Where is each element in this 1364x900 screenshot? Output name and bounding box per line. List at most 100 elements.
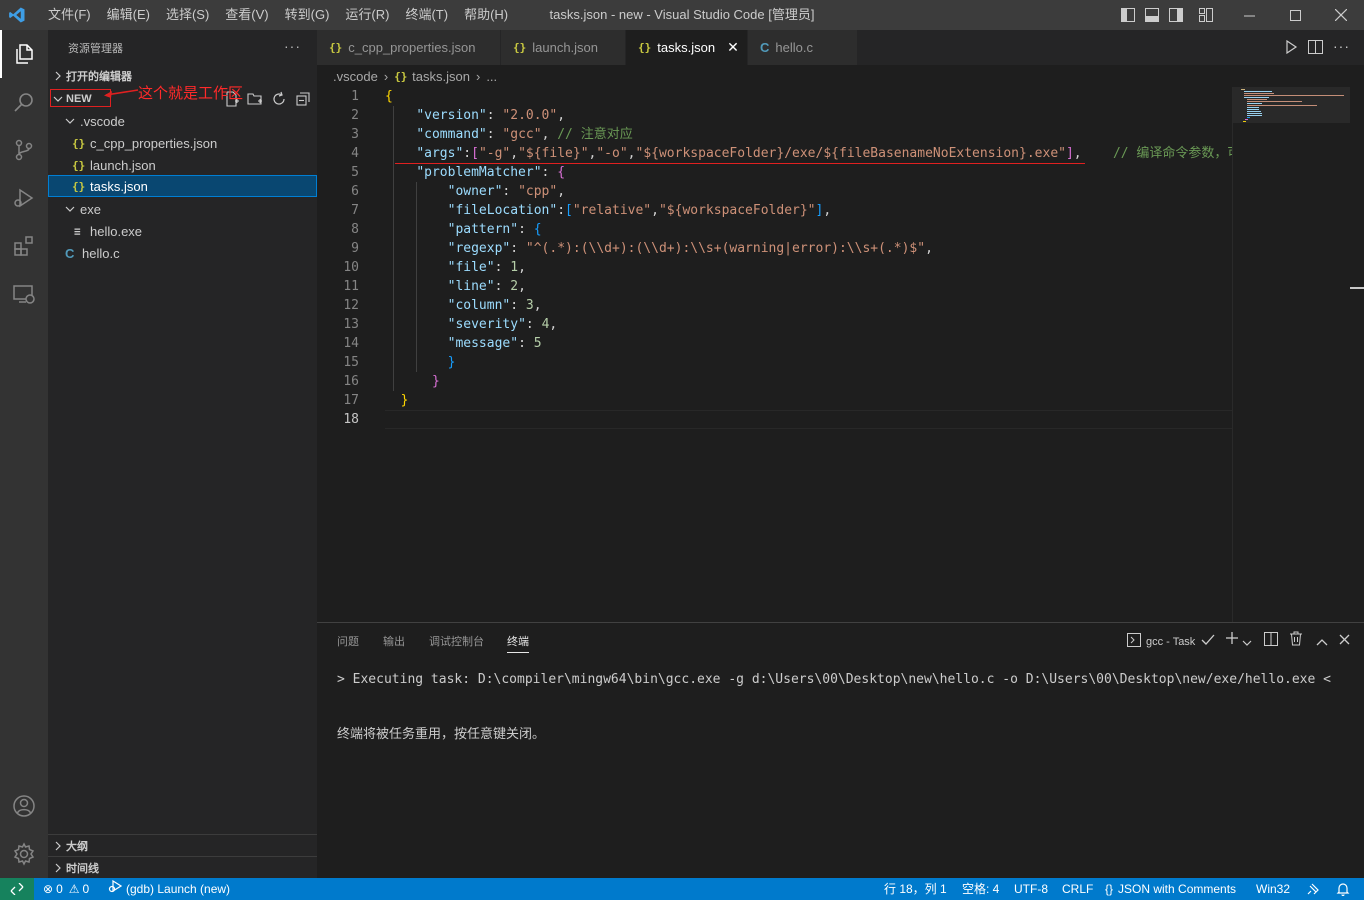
breadcrumb-file[interactable]: tasks.json (412, 69, 470, 84)
refresh-icon[interactable] (271, 91, 287, 110)
maximize-panel-icon[interactable] (1316, 634, 1328, 649)
tree-item-label: hello.exe (90, 223, 143, 239)
editor-scrollbar[interactable] (1350, 87, 1364, 622)
split-editor-icon[interactable] (1308, 40, 1323, 57)
tree-item-tasks-json[interactable]: {} tasks.json (48, 175, 317, 197)
vscode-logo-icon[interactable] (0, 0, 34, 30)
line-number: 6 (351, 184, 359, 199)
menu-go[interactable]: 转到(G) (277, 0, 338, 30)
terminal-output-line: > Executing task: D:\compiler\mingw64\bi… (337, 672, 1331, 687)
tree-item-hello-exe[interactable]: ≡ hello.exe (48, 220, 317, 242)
tab-hello-c[interactable]: C hello.c (748, 30, 858, 65)
code-line-2: "version": "2.0.0", (416, 108, 566, 123)
indentation[interactable]: 空格: 4 (962, 878, 999, 900)
language-mode[interactable]: {} JSON with Comments (1105, 878, 1236, 900)
remote-explorer-icon[interactable] (0, 270, 48, 318)
tab-launch-json[interactable]: {} launch.json (501, 30, 626, 65)
line-number: 7 (351, 203, 359, 218)
code-line-7: "fileLocation":["relative","${workspaceF… (447, 203, 832, 218)
debug-icon (108, 878, 123, 900)
run-debug-icon[interactable] (0, 174, 48, 222)
cursor-position[interactable]: 行 18，列 1 (884, 878, 947, 900)
breadcrumb-separator-icon: › (383, 68, 389, 84)
trash-icon[interactable] (1289, 631, 1303, 649)
code-line-11: "line": 2, (447, 279, 526, 294)
line-number: 9 (351, 241, 359, 256)
tab-debug-console[interactable]: 调试控制台 (429, 633, 484, 649)
line-number: 4 (351, 146, 359, 161)
tab-problems[interactable]: 问题 (337, 633, 359, 649)
current-line-highlight (385, 410, 1232, 429)
maximize-icon[interactable] (1272, 0, 1318, 30)
code-line-8: "pattern": { (447, 222, 542, 237)
code-line-4: "args":["-g","${file}","-o","${workspace… (385, 144, 1232, 163)
tree-item-hello-c[interactable]: C hello.c (48, 242, 317, 264)
breadcrumb-separator-icon: › (475, 68, 481, 84)
search-icon[interactable] (0, 78, 48, 126)
tab-tasks-json[interactable]: {} tasks.json ✕ (626, 30, 748, 65)
notifications-bell-icon[interactable] (1336, 878, 1350, 900)
problems-indicator[interactable]: ⊗ 0 ⚠ 0 (43, 878, 89, 900)
minimap[interactable] (1232, 87, 1351, 622)
line-number: 10 (343, 260, 359, 275)
feedback-icon[interactable] (1306, 878, 1320, 900)
minimap-slider[interactable] (1233, 87, 1351, 123)
customize-layout-icon[interactable] (1194, 0, 1218, 30)
encoding[interactable]: UTF-8 (1014, 878, 1048, 900)
tab-terminal[interactable]: 终端 (507, 633, 529, 653)
line-ending[interactable]: CRLF (1062, 878, 1093, 900)
explorer-more-icon[interactable]: ··· (284, 38, 301, 54)
menu-terminal[interactable]: 终端(T) (397, 0, 456, 30)
toggle-secondary-sidebar-icon[interactable] (1164, 0, 1188, 30)
timeline-section[interactable]: 时间线 (48, 856, 317, 878)
code-line-17: } (400, 393, 409, 408)
warning-icon: ⚠ (68, 882, 80, 896)
tab-c-cpp-properties[interactable]: {} c_cpp_properties.json (317, 30, 501, 65)
new-terminal-icon[interactable] (1225, 631, 1239, 648)
accounts-icon[interactable] (0, 782, 48, 830)
outline-section[interactable]: 大纲 (48, 834, 317, 856)
terminal-selector[interactable]: gcc - Task (1127, 633, 1215, 650)
line-number: 1 (351, 89, 359, 104)
toggle-panel-icon[interactable] (1140, 0, 1164, 30)
code-editor[interactable]: 1 2 3 4 5 6 7 8 9 10 11 12 13 14 15 16 1… (317, 87, 1232, 622)
platform[interactable]: Win32 (1256, 878, 1290, 900)
breadcrumb-more[interactable]: ... (486, 69, 497, 84)
new-folder-icon[interactable] (247, 91, 263, 110)
breadcrumb: .vscode › {} tasks.json › ... (317, 65, 1232, 87)
tree-item-launch-json[interactable]: {} launch.json (48, 154, 317, 176)
breadcrumb-folder[interactable]: .vscode (333, 69, 378, 84)
toggle-sidebar-icon[interactable] (1116, 0, 1140, 30)
editor-more-icon[interactable]: ··· (1333, 38, 1350, 54)
tree-item-label: c_cpp_properties.json (90, 135, 218, 151)
menu-selection[interactable]: 选择(S) (158, 0, 217, 30)
code-line-5: "problemMatcher": { (416, 165, 566, 180)
menu-view[interactable]: 查看(V) (217, 0, 276, 30)
tab-output[interactable]: 输出 (383, 633, 405, 649)
settings-gear-icon[interactable] (0, 830, 48, 878)
split-terminal-icon[interactable] (1264, 632, 1278, 649)
source-control-icon[interactable] (0, 126, 48, 174)
menu-help[interactable]: 帮助(H) (456, 0, 516, 30)
tree-item-c-cpp-properties[interactable]: {} c_cpp_properties.json (48, 132, 317, 154)
run-code-icon[interactable] (1284, 39, 1298, 57)
tree-item-exe-folder[interactable]: exe (48, 198, 317, 220)
remote-indicator-icon[interactable] (0, 878, 34, 900)
tree-item-vscode-folder[interactable]: .vscode (48, 110, 317, 132)
minimize-icon[interactable] (1226, 0, 1272, 30)
collapse-all-icon[interactable] (295, 91, 311, 110)
menu-run[interactable]: 运行(R) (337, 0, 397, 30)
close-panel-icon[interactable] (1339, 633, 1350, 648)
exe-file-icon: ≡ (74, 224, 81, 238)
close-tab-icon[interactable]: ✕ (727, 39, 739, 56)
menu-bar: 文件(F) 编辑(E) 选择(S) 查看(V) 转到(G) 运行(R) 终端(T… (40, 0, 516, 30)
menu-file[interactable]: 文件(F) (40, 0, 99, 30)
debug-launch-indicator[interactable]: (gdb) Launch (new) (108, 878, 230, 900)
json-braces-icon: {} (1105, 882, 1114, 896)
line-number: 13 (343, 317, 359, 332)
explorer-icon[interactable] (0, 30, 48, 78)
menu-edit[interactable]: 编辑(E) (99, 0, 158, 30)
extensions-icon[interactable] (0, 222, 48, 270)
close-window-icon[interactable] (1318, 0, 1364, 30)
chevron-down-icon[interactable] (1242, 635, 1252, 650)
